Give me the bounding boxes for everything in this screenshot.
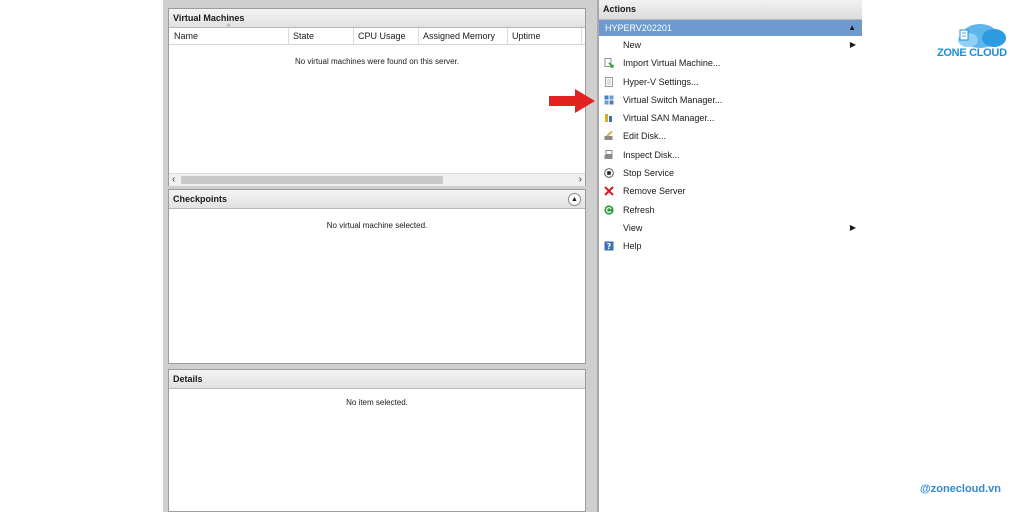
checkpoints-panel: Checkpoints ▲ No virtual machine selecte… bbox=[168, 189, 586, 364]
collapse-up-icon[interactable]: ▲ bbox=[568, 193, 581, 206]
stop-icon bbox=[604, 168, 614, 178]
action-label: Remove Server bbox=[623, 186, 686, 197]
san-icon bbox=[605, 114, 612, 123]
virtual-machines-header: Virtual Machines bbox=[169, 9, 585, 28]
checkpoints-header: Checkpoints ▲ bbox=[169, 190, 585, 209]
action-label: Virtual SAN Manager... bbox=[623, 113, 715, 124]
action-label: Help bbox=[623, 241, 642, 252]
actions-title: Actions bbox=[599, 0, 862, 20]
scroll-left-icon[interactable]: ‹ bbox=[172, 174, 175, 186]
scroll-right-icon[interactable]: › bbox=[579, 174, 582, 186]
inspect-disk-icon bbox=[604, 149, 613, 159]
column-uptime[interactable]: Uptime bbox=[512, 31, 541, 41]
brand-logo-text: ZONE CLOUD bbox=[937, 47, 1007, 59]
action-stop-service[interactable]: Stop Service bbox=[599, 164, 862, 182]
column-divider[interactable] bbox=[418, 28, 419, 44]
server-name: HYPERV202201 bbox=[605, 23, 672, 33]
actions-pane: Actions HYPERV202201 ▲ New ▶ Import Virt… bbox=[597, 0, 862, 512]
action-label: Edit Disk... bbox=[623, 131, 667, 142]
edit-disk-icon bbox=[604, 131, 613, 141]
column-divider[interactable] bbox=[288, 28, 289, 44]
action-hyperv-settings[interactable]: Hyper-V Settings... bbox=[599, 73, 862, 91]
import-icon bbox=[604, 58, 614, 68]
action-inspect-disk[interactable]: Inspect Disk... bbox=[599, 146, 862, 164]
action-label: Stop Service bbox=[623, 168, 675, 179]
action-label: Hyper-V Settings... bbox=[623, 76, 699, 87]
vm-column-headers: Name ^ State CPU Usage Assigned Memory U… bbox=[169, 24, 585, 45]
checkpoints-title: Checkpoints bbox=[173, 194, 228, 204]
checkpoints-empty-message: No virtual machine selected. bbox=[326, 221, 428, 230]
svg-text:?: ? bbox=[607, 242, 612, 251]
action-virtual-switch-manager[interactable]: Virtual Switch Manager... bbox=[599, 91, 862, 109]
column-state[interactable]: State bbox=[293, 31, 314, 41]
collapse-caret-icon[interactable]: ▲ bbox=[848, 20, 856, 36]
column-divider[interactable] bbox=[507, 28, 508, 44]
settings-page-icon bbox=[605, 76, 613, 87]
action-label: View bbox=[623, 222, 643, 233]
refresh-icon bbox=[604, 205, 614, 215]
column-divider[interactable] bbox=[353, 28, 354, 44]
virtual-machines-panel: Virtual Machines Name ^ State CPU Usage … bbox=[168, 8, 586, 186]
action-label: New bbox=[623, 40, 642, 50]
column-name[interactable]: Name bbox=[174, 31, 198, 41]
submenu-arrow-icon: ▶ bbox=[849, 40, 856, 49]
action-edit-disk[interactable]: Edit Disk... bbox=[599, 127, 862, 145]
action-remove-server[interactable]: Remove Server bbox=[599, 182, 862, 200]
red-pointer-arrow-icon bbox=[549, 89, 595, 113]
remove-x-icon bbox=[604, 186, 614, 197]
details-panel: Details No item selected. bbox=[168, 369, 586, 512]
details-empty-message: No item selected. bbox=[346, 398, 408, 407]
action-refresh[interactable]: Refresh bbox=[599, 201, 862, 219]
sort-caret-icon: ^ bbox=[227, 24, 231, 31]
action-label: Refresh bbox=[623, 204, 655, 215]
vm-horizontal-scrollbar[interactable]: ‹ › bbox=[169, 173, 585, 186]
action-import-virtual-machine[interactable]: Import Virtual Machine... bbox=[599, 54, 862, 72]
server-node-header[interactable]: HYPERV202201 ▲ bbox=[599, 20, 862, 36]
scrollbar-thumb[interactable] bbox=[181, 176, 443, 184]
action-view[interactable]: View ▶ bbox=[599, 219, 862, 237]
column-divider[interactable] bbox=[581, 28, 582, 44]
action-virtual-san-manager[interactable]: Virtual SAN Manager... bbox=[599, 109, 862, 127]
vm-empty-message: No virtual machines were found on this s… bbox=[294, 57, 460, 66]
help-icon: ? bbox=[604, 241, 614, 251]
zone-cloud-logo-icon bbox=[958, 24, 1006, 48]
action-label: Inspect Disk... bbox=[623, 149, 680, 160]
column-assigned-memory[interactable]: Assigned Memory bbox=[423, 31, 495, 41]
details-header: Details bbox=[169, 370, 585, 389]
column-cpu-usage[interactable]: CPU Usage bbox=[358, 31, 406, 41]
action-new[interactable]: New ▶ bbox=[599, 36, 862, 54]
action-label: Import Virtual Machine... bbox=[623, 58, 721, 69]
brand-handle: @zonecloud.vn bbox=[920, 483, 1002, 495]
action-label: Virtual Switch Manager... bbox=[623, 94, 723, 105]
action-help[interactable]: ? Help bbox=[599, 237, 862, 255]
submenu-arrow-icon: ▶ bbox=[849, 222, 856, 232]
switch-icon bbox=[604, 95, 614, 105]
